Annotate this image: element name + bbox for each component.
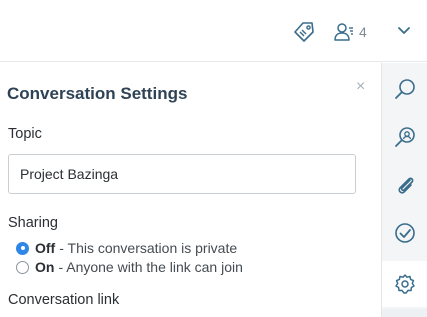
sharing-on-radio[interactable] bbox=[16, 260, 29, 274]
topic-label: Topic bbox=[8, 126, 42, 142]
panel-title: Conversation Settings bbox=[7, 84, 188, 103]
sharing-on-description: - Anyone with the link can join bbox=[58, 259, 243, 275]
sidebar-item-settings[interactable] bbox=[382, 261, 427, 307]
paperclip-icon bbox=[398, 177, 414, 194]
sharing-off-radio[interactable] bbox=[16, 241, 29, 255]
chevron-down-icon bbox=[398, 27, 410, 34]
users-icon bbox=[334, 23, 353, 41]
sharing-label: Sharing bbox=[8, 215, 58, 231]
top-bar: 4 bbox=[0, 0, 427, 62]
checkmark-icon bbox=[395, 223, 415, 243]
right-sidebar bbox=[381, 63, 427, 317]
sharing-off-key: Off bbox=[35, 240, 56, 256]
topic-input[interactable] bbox=[8, 154, 356, 194]
participants-button[interactable]: 4 bbox=[333, 21, 367, 43]
gear-icon bbox=[395, 274, 415, 294]
search-icon bbox=[395, 79, 415, 99]
sidebar-item-attachments[interactable] bbox=[382, 162, 427, 208]
sharing-off-description: - This conversation is private bbox=[59, 240, 238, 256]
close-button[interactable]: × bbox=[356, 78, 365, 96]
sidebar-item-tasks[interactable] bbox=[382, 210, 427, 256]
sidebar-item-search[interactable] bbox=[382, 66, 427, 112]
sharing-on-key: On bbox=[35, 259, 55, 275]
tag-icon bbox=[294, 22, 314, 42]
find-in-conversation-icon bbox=[395, 127, 415, 147]
more-button[interactable] bbox=[396, 24, 412, 38]
sidebar-bottom bbox=[382, 309, 427, 317]
sharing-off-option[interactable]: Off - This conversation is private bbox=[16, 239, 237, 257]
participants-count: 4 bbox=[359, 24, 367, 40]
sidebar-item-find[interactable] bbox=[382, 114, 427, 160]
conversation-link-label: Conversation link bbox=[8, 292, 120, 308]
sharing-on-option[interactable]: On - Anyone with the link can join bbox=[16, 258, 243, 276]
tag-button[interactable] bbox=[292, 21, 316, 43]
